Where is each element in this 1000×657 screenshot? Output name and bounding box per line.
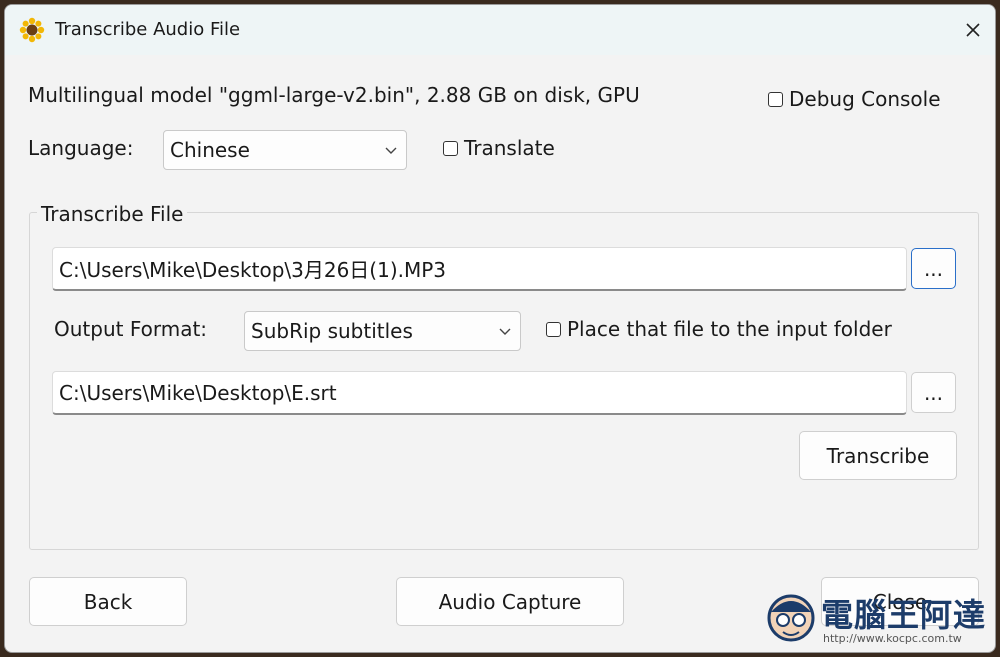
input-file-path-field[interactable]: C:\Users\Mike\Desktop\3月26日(1).MP3 bbox=[52, 247, 907, 291]
back-button-label: Back bbox=[83, 589, 133, 614]
transcribe-file-group-title: Transcribe File bbox=[37, 202, 188, 226]
back-button[interactable]: Back bbox=[29, 577, 187, 626]
window-title: Transcribe Audio File bbox=[55, 19, 241, 40]
output-file-path-field[interactable]: C:\Users\Mike\Desktop\E.srt bbox=[52, 371, 907, 415]
checkbox-box[interactable] bbox=[768, 91, 783, 107]
language-label: Language: bbox=[28, 136, 134, 160]
browse-output-button[interactable]: ... bbox=[911, 372, 956, 413]
title-bar: Transcribe Audio File bbox=[5, 5, 995, 55]
watermark: 電腦王阿達 http://www.kocpc.com.tw bbox=[761, 588, 991, 650]
watermark-url: http://www.kocpc.com.tw bbox=[823, 632, 962, 645]
transcribe-button-label: Transcribe bbox=[826, 443, 930, 468]
audio-capture-button-label: Audio Capture bbox=[438, 589, 582, 614]
chevron-down-icon bbox=[499, 328, 511, 335]
output-file-path-value: C:\Users\Mike\Desktop\E.srt bbox=[59, 380, 337, 405]
watermark-text: 電腦王阿達 bbox=[821, 596, 987, 634]
debug-console-checkbox[interactable]: Debug Console bbox=[768, 87, 941, 111]
chevron-down-icon bbox=[385, 147, 397, 154]
translate-label: Translate bbox=[464, 136, 555, 160]
translate-checkbox[interactable]: Translate bbox=[443, 136, 555, 160]
checkbox-box[interactable] bbox=[546, 321, 561, 337]
output-format-select[interactable]: SubRip subtitles bbox=[244, 311, 521, 351]
output-format-label: Output Format: bbox=[54, 317, 208, 341]
mascot-icon bbox=[767, 594, 815, 642]
output-format-selected-value: SubRip subtitles bbox=[251, 319, 413, 343]
checkbox-box[interactable] bbox=[443, 140, 458, 156]
browse-input-button[interactable]: ... bbox=[911, 248, 956, 289]
transcribe-dialog: Transcribe Audio File Multilingual model… bbox=[4, 4, 996, 653]
browse-output-label: ... bbox=[923, 380, 944, 405]
sunflower-icon bbox=[19, 17, 45, 43]
model-info-text: Multilingual model "ggml-large-v2.bin", … bbox=[28, 83, 640, 107]
audio-capture-button[interactable]: Audio Capture bbox=[396, 577, 624, 626]
close-icon bbox=[966, 23, 980, 37]
browse-input-label: ... bbox=[923, 256, 944, 281]
debug-console-label: Debug Console bbox=[789, 87, 941, 111]
close-window-button[interactable] bbox=[951, 5, 995, 55]
input-file-path-value: C:\Users\Mike\Desktop\3月26日(1).MP3 bbox=[59, 258, 447, 282]
language-selected-value: Chinese bbox=[170, 138, 250, 162]
place-in-input-folder-label: Place that file to the input folder bbox=[567, 317, 892, 341]
language-select[interactable]: Chinese bbox=[163, 130, 407, 170]
transcribe-button[interactable]: Transcribe bbox=[799, 431, 957, 480]
place-in-input-folder-checkbox[interactable]: Place that file to the input folder bbox=[546, 317, 892, 341]
